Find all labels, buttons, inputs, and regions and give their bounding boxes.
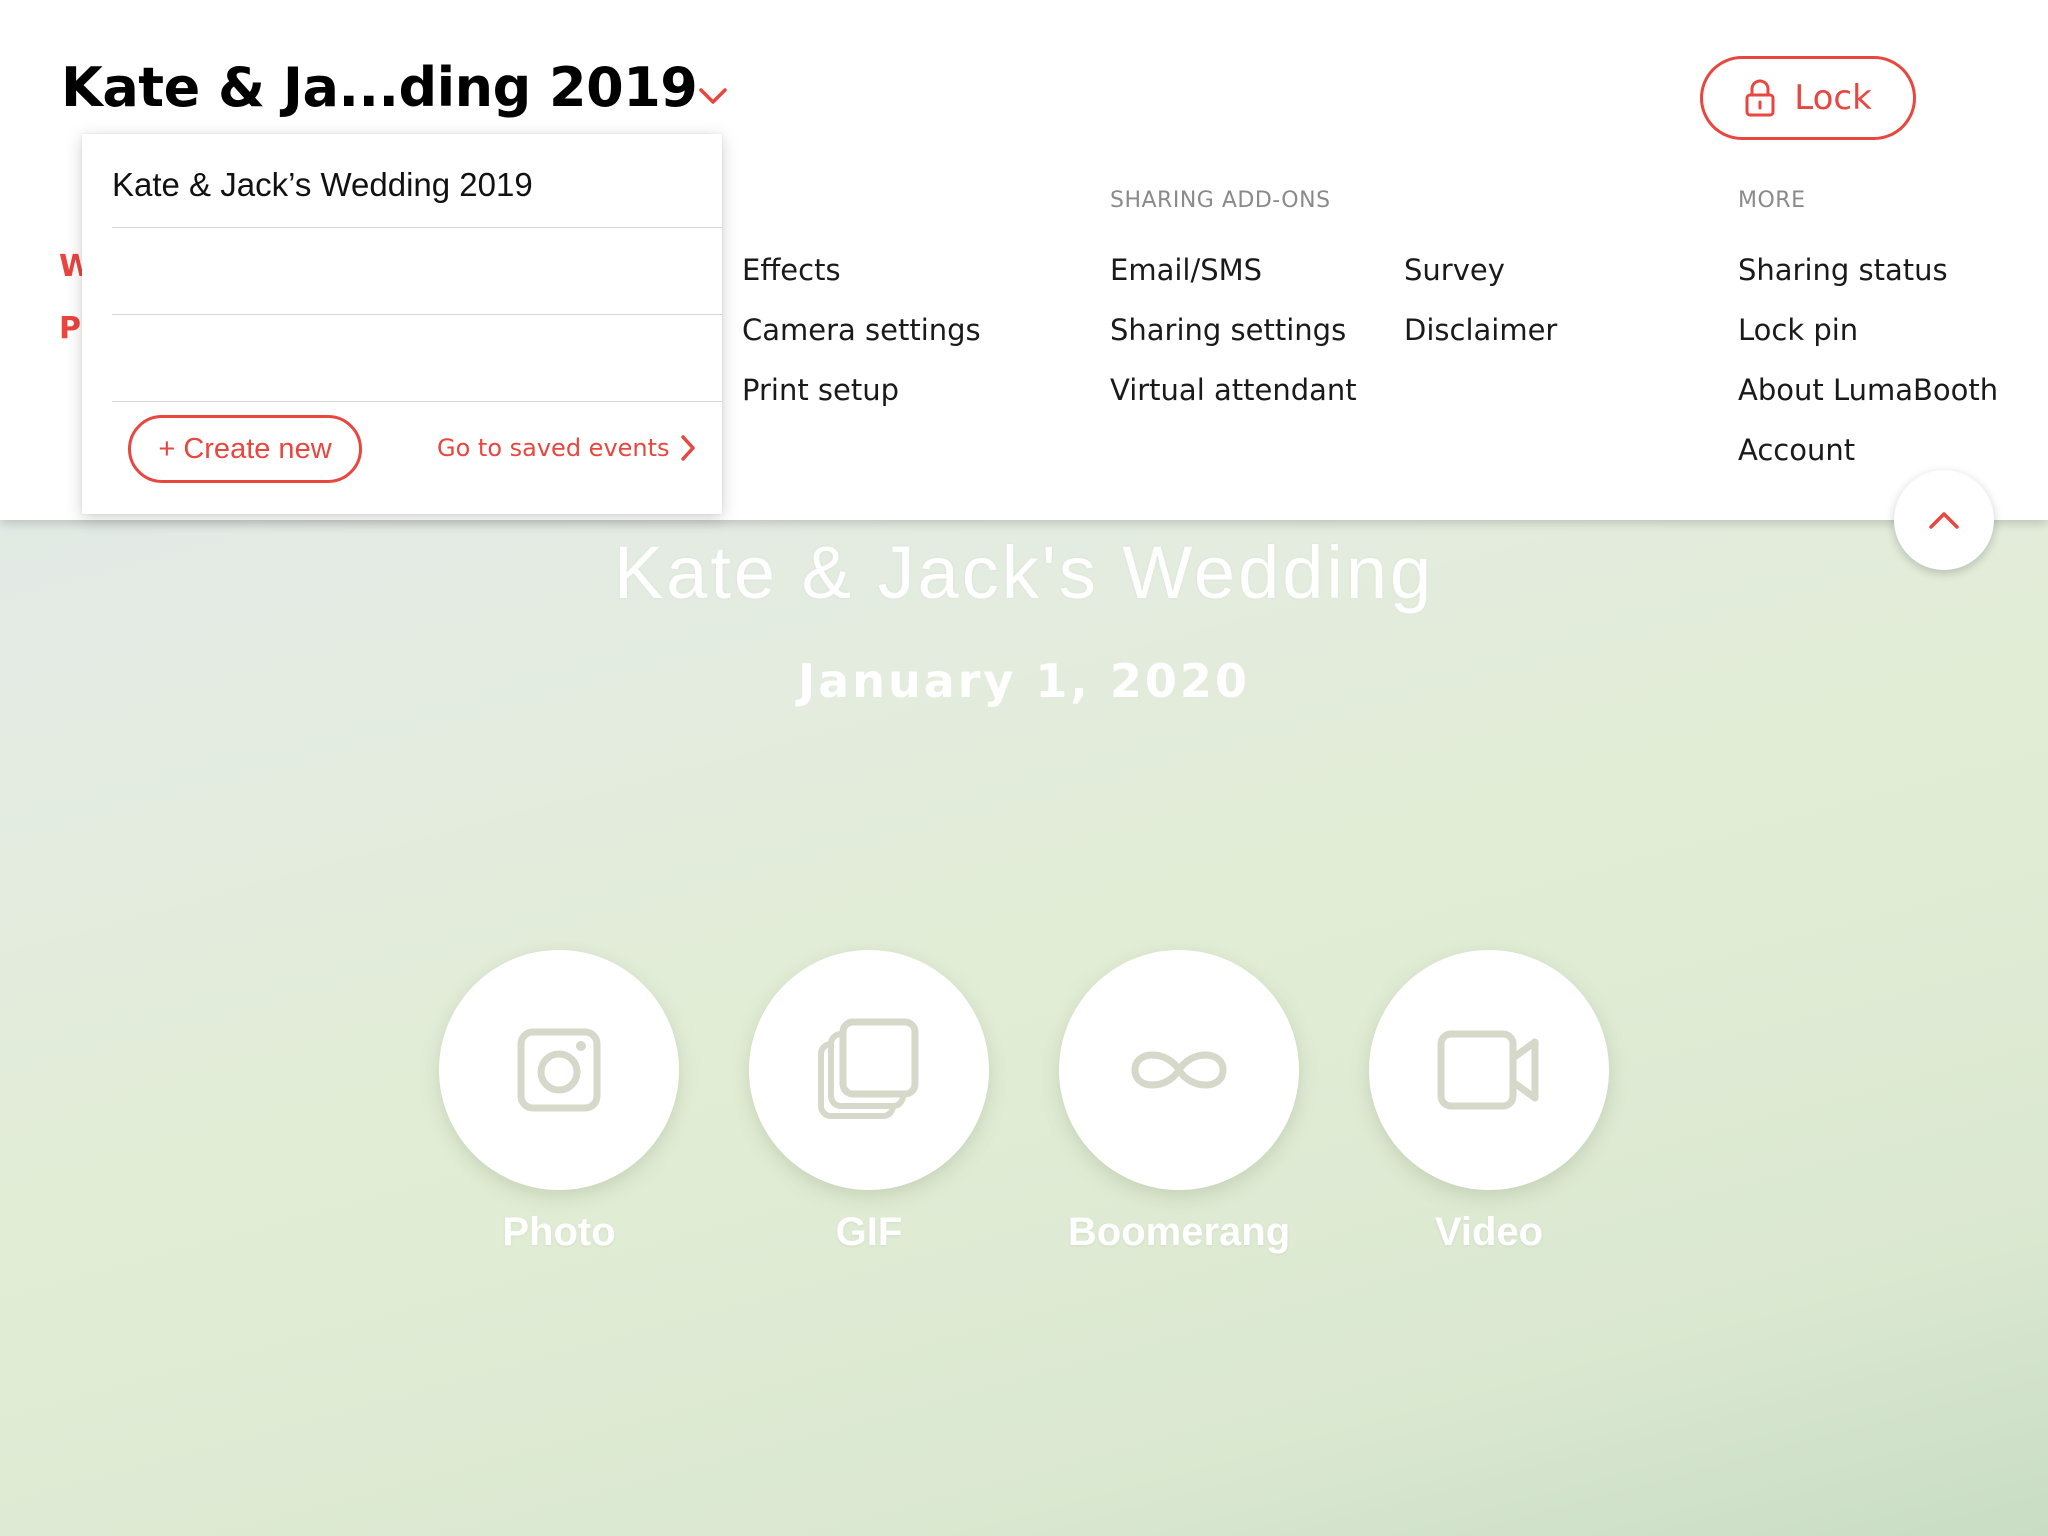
- menu-column-sharing-addons-2: Survey Disclaimer: [1404, 188, 1557, 372]
- menu-item-camera-settings[interactable]: Camera settings: [742, 312, 981, 372]
- mode-boomerang-button[interactable]: Boomerang: [1059, 950, 1299, 1280]
- menu-column-setup: Effects Camera settings Print setup: [742, 188, 981, 432]
- menu-item-virtual-attendant[interactable]: Virtual attendant: [1110, 372, 1357, 432]
- video-camera-icon: [1437, 1030, 1539, 1110]
- menu-item-effects[interactable]: Effects: [742, 252, 981, 312]
- dropdown-event-item-2[interactable]: [112, 228, 722, 315]
- camera-icon: [517, 1028, 601, 1112]
- mode-gif-label: GIF: [835, 1210, 903, 1254]
- collapse-panel-button[interactable]: [1894, 470, 1994, 570]
- chevron-right-icon: [680, 435, 695, 461]
- menu-heading-peek-2[interactable]: P: [59, 311, 81, 346]
- mode-video-label: Video: [1434, 1210, 1544, 1254]
- saved-events-label: Go to saved events: [437, 434, 670, 462]
- lock-button[interactable]: Lock: [1700, 56, 1916, 140]
- mode-photo-label: Photo: [502, 1210, 616, 1254]
- sharing-addons-heading: SHARING ADD-ONS: [1110, 188, 1331, 213]
- mode-photo-button[interactable]: Photo: [439, 950, 679, 1280]
- dropdown-event-item-3[interactable]: [112, 315, 722, 402]
- mode-gif-button[interactable]: GIF: [749, 950, 989, 1280]
- stacked-frames-icon: [818, 1018, 919, 1119]
- lock-button-label: Lock: [1794, 78, 1872, 118]
- welcome-title: Kate & Jack's Wedding: [613, 531, 1435, 614]
- event-dropdown-toggle[interactable]: [695, 84, 731, 108]
- menu-item-disclaimer[interactable]: Disclaimer: [1404, 312, 1557, 372]
- more-heading: MORE: [1738, 188, 1806, 213]
- menu-item-print-setup[interactable]: Print setup: [742, 372, 981, 432]
- chevron-down-icon: [699, 88, 727, 104]
- welcome-date: January 1, 2020: [798, 654, 1250, 708]
- menu-item-survey[interactable]: Survey: [1404, 252, 1557, 312]
- menu-column-sharing-addons: SHARING ADD-ONS Email/SMS Sharing settin…: [1110, 188, 1357, 432]
- menu-item-sharing-settings[interactable]: Sharing settings: [1110, 312, 1357, 372]
- menu-item-lock-pin[interactable]: Lock pin: [1738, 312, 1998, 372]
- mode-boomerang-label: Boomerang: [1067, 1210, 1291, 1254]
- go-to-saved-events-link[interactable]: Go to saved events: [437, 434, 696, 462]
- menu-item-email-sms[interactable]: Email/SMS: [1110, 252, 1357, 312]
- event-dropdown: Kate & Jack’s Wedding 2019 + Create new …: [82, 134, 722, 514]
- event-title[interactable]: Kate & Ja...ding 2019: [61, 56, 698, 119]
- create-new-button[interactable]: + Create new: [128, 415, 362, 483]
- dropdown-event-item-1[interactable]: Kate & Jack’s Wedding 2019: [112, 141, 722, 228]
- menu-column-more: MORE Sharing status Lock pin About LumaB…: [1738, 188, 1998, 492]
- menu-item-about-lumabooth[interactable]: About LumaBooth: [1738, 372, 1998, 432]
- mode-video-button[interactable]: Video: [1369, 950, 1609, 1280]
- chevron-up-icon: [1929, 512, 1959, 529]
- menu-item-sharing-status[interactable]: Sharing status: [1738, 252, 1998, 312]
- infinity-icon: [1131, 1051, 1227, 1089]
- padlock-icon: [1744, 78, 1776, 118]
